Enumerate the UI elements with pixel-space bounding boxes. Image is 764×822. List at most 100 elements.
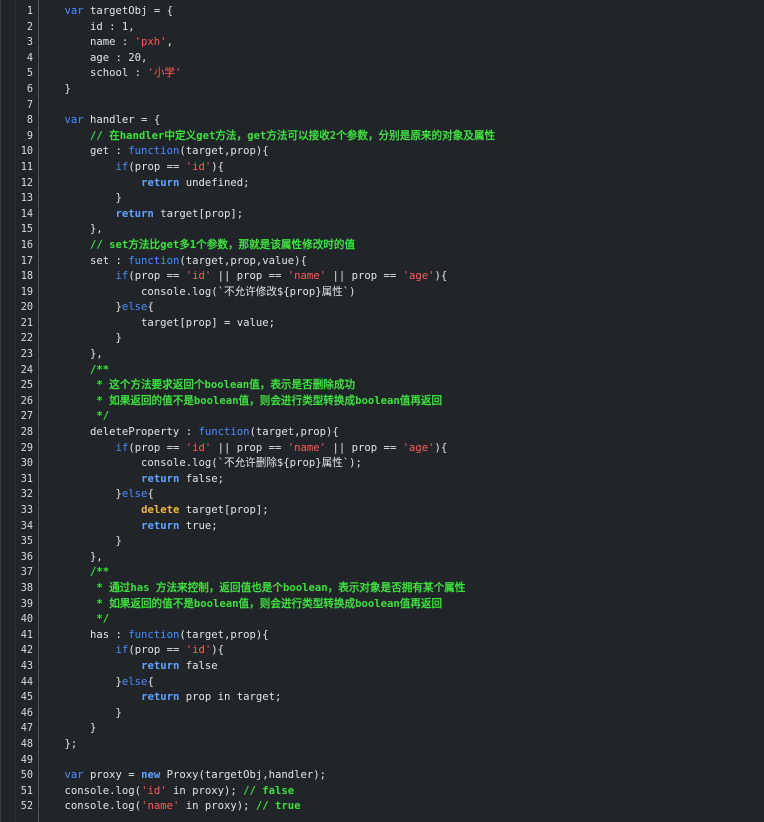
code-line[interactable]: 26 * 如果返回的值不是boolean值，则会进行类型转换成boolean值再… (21, 394, 764, 410)
code-token: (target,prop){ (179, 628, 269, 641)
code-line[interactable]: 47 } (21, 721, 764, 737)
code-token: name : (39, 36, 135, 49)
code-line[interactable]: 1 var targetObj = { (27, 4, 764, 20)
code-line[interactable]: 37 /** (21, 565, 764, 581)
code-area[interactable]: 1 var targetObj = {2 id : 1, 3 name : 'px… (21, 4, 764, 815)
code-line[interactable]: 8 var handler = { (27, 113, 764, 129)
code-line[interactable]: 31 return false; (21, 472, 764, 488)
code-line[interactable]: 23 }, (21, 347, 764, 363)
code-line[interactable]: 44 }else{ (21, 675, 764, 691)
code-token: prop in target; (179, 691, 282, 704)
keyword-token: if (115, 441, 129, 454)
comment-token: * 如果返回的值不是boolean值，则会进行类型转换成boolean值再返回 (96, 394, 443, 407)
code-line[interactable]: 18 if(prop == 'id' || prop == 'name' || … (21, 269, 764, 285)
line-source: delete target[prop]; (39, 503, 269, 519)
code-line[interactable]: 28 deleteProperty : function(target,prop… (21, 425, 764, 441)
code-line[interactable]: 5 school : '小学' (27, 66, 764, 82)
code-token: }, (39, 223, 103, 236)
code-line[interactable]: 30 console.log(`不允许删除${prop}属性`); (21, 456, 764, 472)
code-line[interactable]: 39 * 如果返回的值不是boolean值，则会进行类型转换成boolean值再… (21, 597, 764, 613)
line-number: 46 (20, 707, 33, 719)
comment-token: // set方法比get多1个参数，那就是该属性修改时的值 (90, 238, 356, 251)
line-number: 9 (26, 130, 33, 142)
code-line[interactable]: 27 */ (21, 409, 764, 425)
code-line[interactable]: 33 delete target[prop]; (21, 503, 764, 519)
code-line[interactable]: 2 id : 1, (27, 20, 764, 36)
code-token: true; (179, 519, 218, 532)
line-source: return undefined; (39, 176, 249, 192)
line-source: has : function(target,prop){ (39, 628, 269, 644)
code-token: }, (39, 348, 103, 361)
code-token: console.log(`不允许修改${prop}属性`) (39, 285, 356, 298)
code-line[interactable]: 51 console.log('id' in proxy); // false (21, 784, 764, 800)
code-line[interactable]: 17 set : function(target,prop,value){ (21, 254, 764, 270)
code-line[interactable]: 3 name : 'pxh', (27, 35, 764, 51)
code-line[interactable]: 49 (21, 753, 764, 769)
code-line[interactable]: 41 has : function(target,prop){ (21, 628, 764, 644)
code-line[interactable]: 15 }, (21, 222, 764, 238)
line-source: } (39, 706, 122, 722)
code-token: } (39, 488, 122, 501)
code-line[interactable]: 22 } (21, 331, 764, 347)
code-line[interactable]: 34 return true; (21, 519, 764, 535)
code-line[interactable]: 32 }else{ (21, 487, 764, 503)
keyword-token: else (121, 488, 148, 501)
comment-token: */ (96, 410, 110, 423)
code-line[interactable]: 16 // set方法比get多1个参数，那就是该属性修改时的值 (21, 238, 764, 254)
code-line[interactable]: 40 */ (21, 612, 764, 628)
code-line[interactable]: 21 target[prop] = value; (21, 316, 764, 332)
code-editor[interactable]: 1 var targetObj = {2 id : 1, 3 name : 'px… (0, 0, 764, 822)
code-token: }; (39, 737, 78, 750)
code-token: age : 20, (39, 51, 148, 64)
code-line[interactable]: 9 // 在handler中定义get方法，get方法可以接收2个参数，分别是原… (27, 129, 764, 145)
code-line[interactable]: 25 * 这个方法要求返回个boolean值，表示是否删除成功 (21, 378, 764, 394)
code-token: (prop == (128, 160, 186, 173)
code-line[interactable]: 6 } (27, 82, 764, 98)
code-line[interactable]: 11 if(prop == 'id'){ (21, 160, 764, 176)
code-line[interactable]: 12 return undefined; (21, 176, 764, 192)
code-line[interactable]: 14 return target[prop]; (21, 207, 764, 223)
code-line[interactable]: 20 }else{ (21, 300, 764, 316)
code-line[interactable]: 35 } (21, 534, 764, 550)
code-line[interactable]: 45 return prop in target; (21, 690, 764, 706)
code-line[interactable]: 48 }; (21, 737, 764, 753)
code-line[interactable]: 29 if(prop == 'id' || prop == 'name' || … (21, 441, 764, 457)
comment-token: // true (255, 800, 301, 813)
code-token: { (147, 675, 154, 688)
code-line[interactable]: 42 if(prop == 'id'){ (21, 643, 764, 659)
code-token: || prop == (211, 270, 288, 283)
line-source: if(prop == 'id' || prop == 'name' || pro… (39, 269, 448, 285)
code-line[interactable]: 50 var proxy = new Proxy(targetObj,handl… (21, 768, 764, 784)
line-number: 29 (20, 442, 33, 454)
code-line[interactable]: 43 return false (21, 659, 764, 675)
code-line[interactable]: 19 console.log(`不允许修改${prop}属性`) (21, 285, 764, 301)
code-token: (prop == (128, 270, 186, 283)
code-line[interactable]: 10 get : function(target,prop){ (21, 144, 764, 160)
line-number: 23 (20, 349, 33, 361)
line-number: 31 (20, 473, 33, 485)
keyword-token: function (198, 426, 250, 439)
line-number: 52 (20, 801, 33, 813)
keyword-token: return (141, 176, 180, 189)
code-token: (target,prop){ (249, 426, 339, 439)
code-line[interactable]: 38 * 通过has 方法来控制，返回值也是个boolean，表示对象是否拥有某… (21, 581, 764, 597)
line-number: 48 (20, 738, 33, 750)
keyword-token: var (64, 769, 84, 782)
code-line[interactable]: 4 age : 20, (27, 51, 764, 67)
code-line[interactable]: 13 } (21, 191, 764, 207)
code-line[interactable]: 52 console.log('name' in proxy); // true (21, 799, 764, 815)
code-line[interactable]: 36 }, (21, 550, 764, 566)
code-line[interactable]: 24 /** (21, 363, 764, 379)
line-number: 17 (20, 255, 33, 267)
line-number: 28 (20, 427, 33, 439)
code-line[interactable]: 46 } (21, 706, 764, 722)
keyword-token: return (141, 472, 180, 485)
code-line[interactable]: 7 (27, 98, 764, 114)
